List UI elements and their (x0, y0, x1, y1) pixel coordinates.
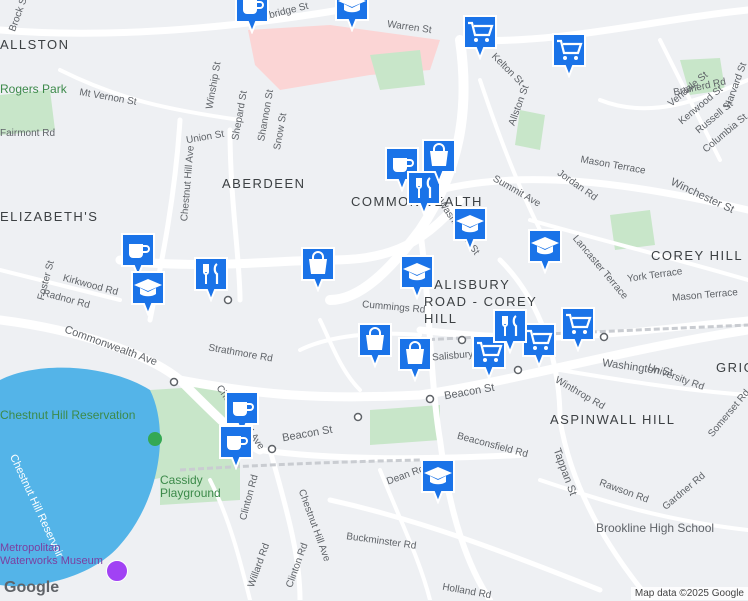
park-patch (370, 50, 425, 90)
tree-icon (148, 432, 162, 446)
landmark-label-high-school: Brookline High School (596, 521, 715, 535)
map-attribution: Map data ©2025 Google (630, 587, 748, 600)
graduation-cap-icon[interactable] (334, 0, 370, 32)
shopping-bag-icon[interactable] (397, 336, 433, 382)
museum-icon[interactable] (106, 560, 128, 582)
area-label-griggs: GRIGGS (716, 360, 748, 375)
transit-stop[interactable] (599, 332, 609, 342)
fork-knife-icon[interactable] (492, 308, 528, 354)
area-label-elizabeths: ELIZABETH'S (0, 209, 99, 224)
landmark-label-museum: Metropolitan Waterworks Museum (0, 542, 103, 567)
transit-stop[interactable] (457, 335, 467, 345)
park-label-cassidy: Cassidy Playground (160, 473, 221, 500)
transit-stop[interactable] (425, 394, 435, 404)
fork-knife-icon[interactable] (193, 256, 229, 302)
graduation-cap-icon[interactable] (420, 458, 456, 504)
shopping-bag-icon[interactable] (421, 138, 457, 184)
transit-stop[interactable] (169, 377, 179, 387)
area-label-salisbury-road: SALISBURY ROAD - COREY HILL (424, 277, 538, 326)
coffee-cup-icon[interactable] (234, 0, 270, 34)
area-label-allston: ALLSTON (0, 37, 70, 52)
google-logo: Google (4, 579, 60, 596)
shopping-cart-icon[interactable] (551, 32, 587, 78)
street-label: Fairmont Rd (0, 128, 56, 139)
park-label-rogers: Rogers Park (0, 82, 67, 96)
shopping-cart-icon[interactable] (560, 306, 596, 352)
shopping-cart-icon[interactable] (462, 14, 498, 60)
graduation-cap-icon[interactable] (399, 254, 435, 300)
shopping-bag-icon[interactable] (357, 322, 393, 368)
shopping-bag-icon[interactable] (300, 246, 336, 292)
graduation-cap-icon[interactable] (452, 206, 488, 252)
transit-stop[interactable] (267, 444, 277, 454)
landmark-label-reservation: Chestnut Hill Reservation (0, 408, 136, 422)
area-label-aberdeen: ABERDEEN (222, 176, 306, 191)
graduation-cap-icon[interactable] (527, 228, 563, 274)
graduation-cap-icon[interactable] (130, 270, 166, 316)
area-label-corey-hill: COREY HILL (651, 248, 744, 263)
park-patch (370, 405, 440, 445)
area-label-aspinwall-hill: ASPINWALL HILL (550, 412, 676, 427)
coffee-cup-icon[interactable] (218, 424, 254, 470)
transit-stop[interactable] (353, 412, 363, 422)
